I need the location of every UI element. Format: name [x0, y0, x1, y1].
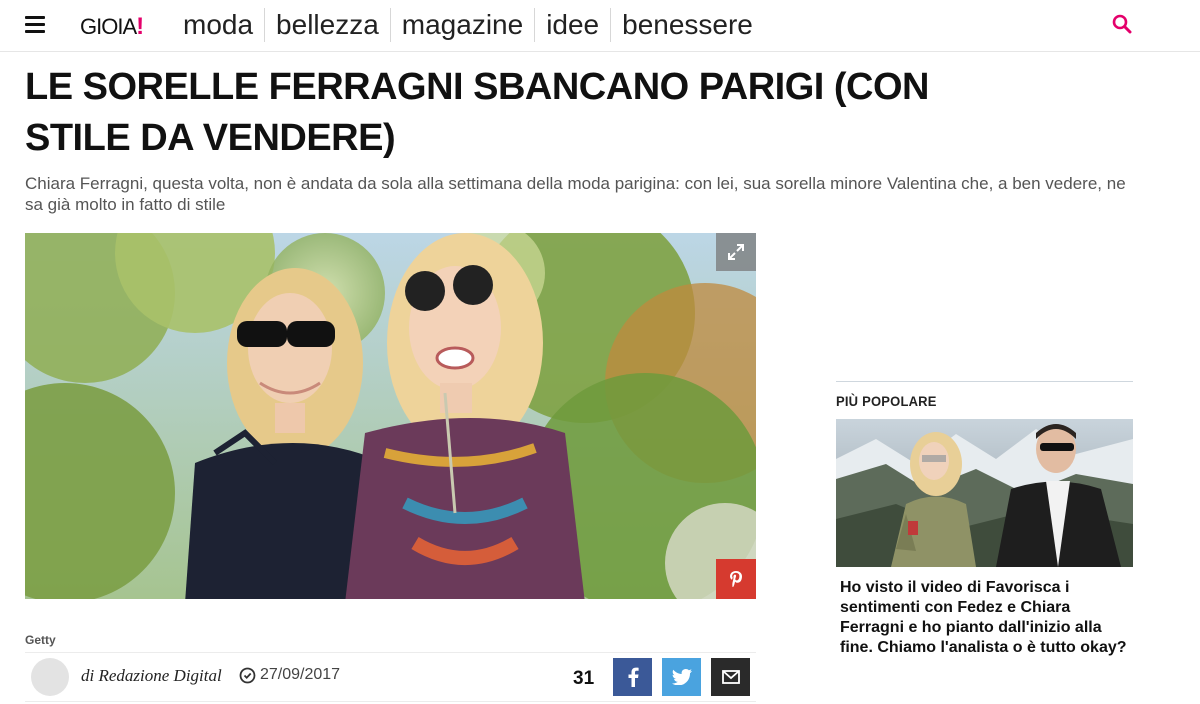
article-subtitle: Chiara Ferragni, questa volta, non è and… — [25, 174, 1126, 214]
site-header: GIOIA! moda bellezza magazine idee benes… — [0, 0, 1200, 52]
article-hero-image[interactable] — [25, 233, 756, 599]
logo-mark: ! — [136, 13, 144, 40]
publish-date: 27/09/2017 — [239, 666, 340, 684]
facebook-share-button[interactable] — [613, 658, 652, 696]
popular-article-headline[interactable]: Ho visto il video di Favorisca i sentime… — [840, 578, 1130, 658]
nav-item-magazine[interactable]: magazine — [391, 8, 536, 42]
share-count: 31 — [573, 668, 595, 689]
popular-article-image[interactable] — [836, 419, 1133, 567]
nav-item-moda[interactable]: moda — [172, 8, 266, 42]
nav-item-benessere[interactable]: benessere — [611, 8, 764, 42]
site-logo[interactable]: GIOIA! — [80, 13, 144, 41]
pinterest-icon[interactable] — [716, 559, 756, 599]
author-name[interactable]: di Redazione Digital — [81, 666, 222, 686]
twitter-share-button[interactable] — [662, 658, 701, 696]
article-title: LE SORELLE FERRAGNI SBANCANO PARIGI (CON… — [25, 66, 930, 159]
publish-date-text: 27/09/2017 — [260, 666, 341, 683]
search-icon[interactable] — [1112, 14, 1134, 36]
popular-section: PIÙ POPOLARE Ho visto il video di Favori… — [836, 381, 1133, 656]
image-credit: Getty — [25, 633, 56, 647]
logo-text: GIOIA — [80, 14, 137, 39]
main-nav: moda bellezza magazine idee benessere — [172, 6, 764, 44]
author-avatar — [31, 658, 69, 696]
twitter-icon — [671, 669, 692, 685]
popular-section-title: PIÙ POPOLARE — [836, 393, 937, 410]
email-share-button[interactable] — [711, 658, 750, 696]
nav-item-bellezza[interactable]: bellezza — [265, 8, 391, 42]
facebook-icon — [628, 667, 639, 687]
clock-icon — [239, 667, 256, 683]
hamburger-icon[interactable] — [25, 16, 45, 34]
mail-icon — [721, 670, 740, 684]
expand-icon[interactable] — [716, 233, 756, 271]
byline-bar: di Redazione Digital 27/09/2017 31 — [25, 652, 756, 702]
nav-item-idee[interactable]: idee — [535, 8, 612, 42]
